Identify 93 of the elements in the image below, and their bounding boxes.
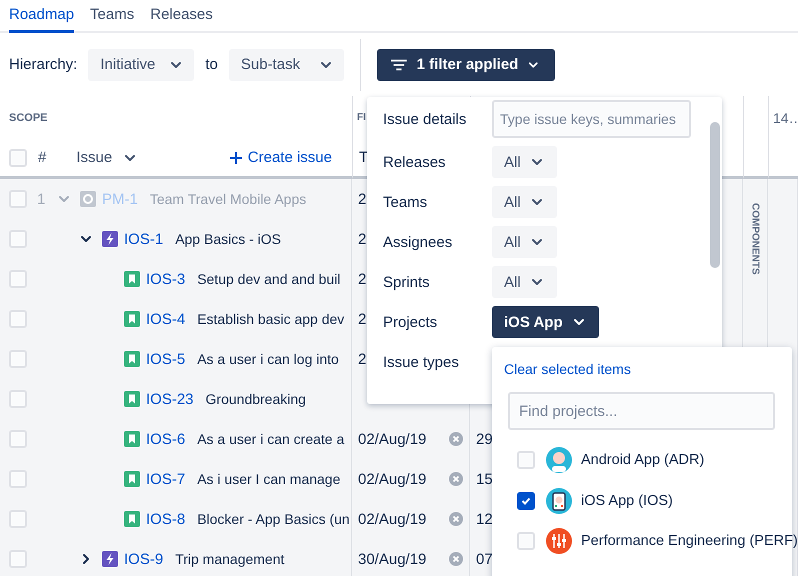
date-value: 02/Aug/19 — [358, 510, 426, 528]
date-value: 2 — [358, 190, 366, 208]
collapse-chevron-icon[interactable] — [80, 233, 92, 245]
filter-label: Releases — [383, 154, 447, 170]
chevron-icon — [530, 156, 543, 168]
chevron-icon — [572, 316, 585, 328]
issue-key-link[interactable]: IOS-8 — [146, 510, 186, 528]
filter-dropdown[interactable]: All — [492, 266, 557, 298]
issue-key-link[interactable]: IOS-1 — [124, 230, 164, 248]
filter-button[interactable]: 1 filter applied — [376, 48, 555, 80]
clear-icon — [449, 472, 463, 486]
filter-label: Teams — [383, 194, 428, 210]
issue-summary: App Basics - iOS — [175, 231, 282, 247]
filter-dropdown[interactable]: All — [492, 186, 557, 218]
issue-key-link[interactable]: IOS-6 — [146, 430, 186, 448]
date-value: 2 — [358, 270, 366, 288]
lightning-icon — [102, 231, 118, 247]
tab[interactable]: Releases — [150, 0, 213, 33]
dropdown[interactable]: Initiative — [88, 48, 194, 80]
bookmark-icon — [124, 271, 140, 287]
clear-icon — [449, 512, 463, 526]
project-name[interactable]: iOS App (IOS) — [581, 492, 673, 509]
filter-label: Assignees — [383, 234, 454, 250]
check-icon — [521, 496, 531, 506]
section-title: SCOPE — [9, 112, 48, 124]
clear-link[interactable]: Clear selected items — [504, 361, 792, 377]
project-name[interactable]: Performance Engineering (PERF) — [581, 533, 798, 550]
column-header: FI — [357, 112, 366, 123]
bookmark-icon — [124, 351, 140, 367]
filter-label: Issue details — [383, 110, 468, 128]
issue-summary: As a user i can create a — [197, 431, 344, 447]
date-value: 29 — [476, 430, 493, 448]
initiative-icon — [80, 191, 96, 207]
clear-icon — [449, 552, 463, 566]
chevron-icon — [530, 196, 543, 208]
row-number: 1 — [36, 190, 46, 208]
column-header: # — [38, 149, 46, 166]
issue-summary: Trip management — [175, 551, 284, 567]
issue-summary: Groundbreaking — [206, 391, 306, 407]
issue-summary: As a user i can log into — [197, 351, 339, 367]
date-value: 15 — [476, 470, 493, 488]
bookmark-icon — [124, 471, 140, 487]
dropdown[interactable]: Sub-task — [228, 48, 344, 80]
checkbox[interactable] — [517, 492, 535, 510]
date-value: 02/Aug/19 — [358, 430, 426, 448]
filter-dropdown[interactable]: All — [492, 146, 557, 178]
search-field[interactable]: Type issue keys, summaries — [492, 100, 691, 138]
issue-summary: As i user I can manage — [197, 471, 340, 487]
date-value: 30/Aug/19 — [358, 550, 426, 568]
date-value: 07 — [476, 550, 493, 568]
column-header: COMPONENTS — [750, 203, 760, 275]
issue-summary: Establish basic app dev — [197, 311, 344, 327]
bookmark-icon — [124, 511, 140, 527]
column-header: 14… — [773, 110, 798, 126]
filter-dropdown[interactable]: All — [492, 226, 557, 258]
issue-summary: Setup dev and and buil — [197, 271, 340, 287]
date-value: 2 — [358, 230, 366, 248]
date-value: 12 — [476, 510, 493, 528]
search-field[interactable]: Find projects... — [508, 392, 775, 430]
filter-dropdown[interactable]: iOS App — [492, 306, 599, 338]
bookmark-icon — [124, 391, 140, 407]
lightning-icon — [102, 551, 118, 567]
issue-key-link[interactable]: IOS-9 — [124, 550, 164, 568]
column-header: T — [359, 149, 368, 166]
issue-key-link[interactable]: IOS-23 — [146, 390, 194, 408]
project-name[interactable]: Android App (ADR) — [581, 452, 704, 468]
issue-key-link[interactable]: IOS-7 — [146, 470, 186, 488]
clear-icon — [449, 432, 463, 446]
to-label: to — [205, 56, 218, 73]
date-value: 02/Aug/19 — [358, 470, 426, 488]
sort-dropdown[interactable]: Issue — [76, 149, 136, 166]
issue-key-link[interactable]: IOS-5 — [146, 350, 186, 368]
filter-label: Projects — [383, 314, 438, 330]
issue-summary: Team Travel Mobile Apps — [150, 191, 306, 207]
filter-label: Sprints — [383, 274, 431, 290]
date-value: 2 — [358, 310, 366, 328]
create-issue-link[interactable]: Create issue — [228, 149, 332, 166]
chevron-icon — [530, 236, 543, 248]
issue-summary: Blocker - App Basics (un — [197, 511, 350, 527]
issue-key-link[interactable]: IOS-3 — [146, 270, 186, 288]
hierarchy-label: Hierarchy: — [9, 56, 78, 73]
date-value: 2 — [358, 350, 366, 368]
bookmark-icon — [124, 311, 140, 327]
tab[interactable]: Roadmap — [9, 0, 74, 33]
tab[interactable]: Teams — [90, 0, 134, 33]
chevron-icon — [530, 276, 543, 288]
plus-icon — [228, 150, 243, 164]
scrollbar-thumb[interactable] — [710, 122, 720, 268]
expand-chevron-icon[interactable] — [80, 553, 92, 565]
filter-label: Issue types — [383, 354, 460, 370]
issue-key-link[interactable]: IOS-4 — [146, 310, 186, 328]
bookmark-icon — [124, 431, 140, 447]
filter-icon — [390, 58, 407, 72]
